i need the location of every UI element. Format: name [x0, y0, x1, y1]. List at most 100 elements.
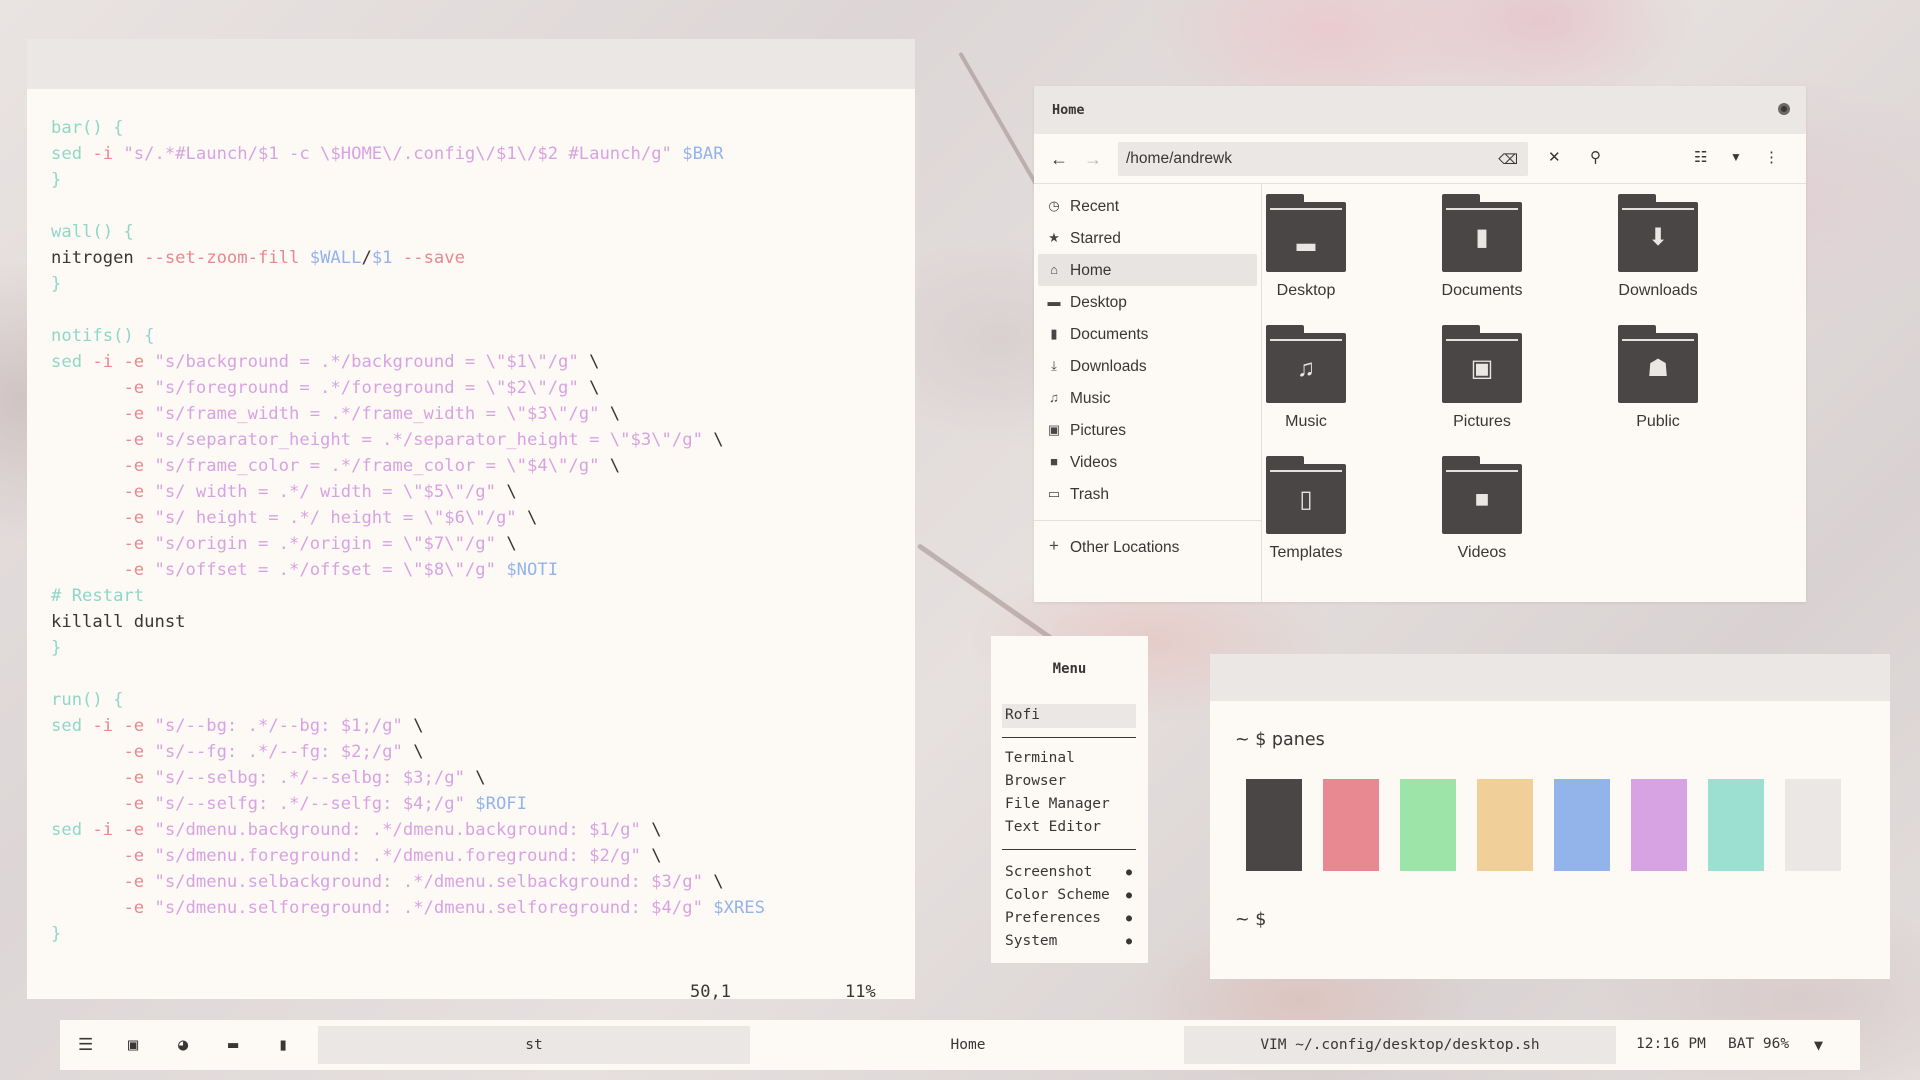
code-token: "s/frame_color = .*/frame_color = \"$4\"…: [154, 456, 610, 476]
kebab-menu-icon[interactable]: ⋮: [1764, 148, 1779, 166]
folder-videos[interactable]: ■ Videos: [1422, 454, 1542, 562]
menu-item-text-editor[interactable]: Text Editor: [1005, 819, 1101, 835]
code-token: killall dunst: [51, 612, 186, 632]
terminal-prompt: ~ $: [1235, 910, 1267, 930]
close-icon[interactable]: [1778, 103, 1790, 115]
code-line: -e "s/dmenu.foreground: .*/dmenu.foregro…: [51, 843, 765, 869]
code-token: -e: [123, 378, 155, 398]
forward-arrow-icon[interactable]: →: [1084, 149, 1102, 170]
code-token: nitrogen: [51, 248, 145, 268]
code-token: --save: [402, 248, 465, 268]
location-bar[interactable]: /home/andrewk ⌫: [1118, 142, 1528, 176]
task-home[interactable]: Home: [752, 1026, 1184, 1064]
menu-item-color-scheme[interactable]: Color Scheme: [1005, 887, 1110, 903]
code-line: -e "s/foreground = .*/foreground = \"$2\…: [51, 375, 765, 401]
folder-label: Public: [1636, 413, 1680, 430]
wifi-icon[interactable]: ▼: [1814, 1036, 1823, 1054]
code-token: }: [51, 638, 62, 658]
folder-music[interactable]: ♫ Music: [1246, 323, 1366, 431]
folder-icon[interactable]: ▬: [228, 1035, 238, 1055]
home-icon: ⌂: [1050, 262, 1058, 277]
code-token: -i -e: [92, 352, 155, 372]
menu-title: Menu: [1052, 661, 1087, 677]
taskbar: ☰ ▣ ◕ ▬ ▮ st Home VIM ~/.config/desktop/…: [60, 1020, 1860, 1070]
list-view-icon[interactable]: ☷: [1694, 148, 1707, 166]
code-token: $ROFI: [475, 794, 528, 814]
folder-label: Templates: [1269, 544, 1343, 561]
hamburger-menu-icon[interactable]: ☰: [78, 1035, 93, 1055]
folder-downloads[interactable]: ⬇ Downloads: [1598, 192, 1718, 300]
browser-icon[interactable]: ◕: [178, 1035, 188, 1055]
folder-public[interactable]: ☗ Public: [1598, 323, 1718, 431]
back-arrow-icon[interactable]: ←: [1050, 149, 1068, 170]
code-token: \: [651, 846, 662, 866]
sidebar-item-trash[interactable]: ▭ Trash: [1034, 478, 1261, 510]
terminal-titlebar[interactable]: [1210, 654, 1890, 701]
code-token: /: [361, 248, 372, 268]
search-icon[interactable]: ⚲: [1590, 148, 1601, 166]
file-manager-toolbar: ← → /home/andrewk ⌫ ✕ ⚲ ☷ ▼ ⋮: [1034, 134, 1806, 184]
code-line: }: [51, 921, 765, 947]
sidebar-item-desktop[interactable]: ▬ Desktop: [1034, 286, 1261, 318]
rofi-input[interactable]: Rofi: [1002, 704, 1136, 728]
folder-templates[interactable]: ▯ Templates: [1246, 454, 1366, 562]
folder-pictures[interactable]: ▣ Pictures: [1422, 323, 1542, 431]
menu-item-browser[interactable]: Browser: [1005, 773, 1066, 789]
video-icon: ■: [1050, 454, 1058, 469]
music-folder-icon: ♫: [1266, 325, 1346, 403]
sidebar-item-label: Home: [1070, 262, 1112, 279]
terminal-window[interactable]: ~ $ panes ~ $: [1210, 654, 1890, 979]
code-token: -e: [123, 898, 155, 918]
documents-folder-icon: ▮: [1442, 194, 1522, 272]
sidebar-item-home[interactable]: ⌂ Home: [1038, 254, 1257, 286]
clear-path-icon[interactable]: ⌫: [1498, 151, 1518, 168]
sidebar-item-documents[interactable]: ▮ Documents: [1034, 318, 1261, 350]
sidebar-item-recent[interactable]: ◷ Recent: [1034, 190, 1261, 222]
menu-item-preferences[interactable]: Preferences: [1005, 910, 1101, 926]
code-token: "s/offset = .*/offset = \"$8\"/g": [154, 560, 507, 580]
public-folder-icon: ☗: [1618, 325, 1698, 403]
folder-label: Pictures: [1453, 413, 1511, 430]
code-token: --set-zoom-fill: [144, 248, 310, 268]
sidebar-item-videos[interactable]: ■ Videos: [1034, 446, 1261, 478]
editor-titlebar[interactable]: [27, 39, 915, 89]
folder-documents[interactable]: ▮ Documents: [1422, 192, 1542, 300]
chevron-down-icon[interactable]: ▼: [1730, 150, 1742, 164]
vim-editor-window[interactable]: bar() {sed -i "s/.*#Launch/$1 -c \$HOME\…: [27, 39, 915, 1002]
sidebar-item-label: Starred: [1070, 230, 1121, 247]
sidebar-item-pictures[interactable]: ▣ Pictures: [1034, 414, 1261, 446]
terminal-icon[interactable]: ▣: [128, 1035, 138, 1055]
file-manager-window[interactable]: Home ← → /home/andrewk ⌫ ✕ ⚲ ☷ ▼ ⋮ ◷ Rece…: [1034, 86, 1806, 602]
code-line: -e "s/ width = .*/ width = \"$5\"/g" \: [51, 479, 765, 505]
menu-item-file-manager[interactable]: File Manager: [1005, 796, 1110, 812]
downloads-folder-icon: ⬇: [1618, 194, 1698, 272]
sidebar-item-label: Documents: [1070, 326, 1149, 343]
menu-item-terminal[interactable]: Terminal: [1005, 750, 1075, 766]
close-location-icon[interactable]: ✕: [1548, 148, 1561, 166]
code-token: -e: [123, 534, 155, 554]
file-manager-headerbar[interactable]: Home: [1034, 86, 1806, 134]
sidebar-item-starred[interactable]: ★ Starred: [1034, 222, 1261, 254]
folder-desktop[interactable]: ▂ Desktop: [1246, 192, 1366, 300]
code-token: sed: [51, 144, 93, 164]
text-editor-icon[interactable]: ▮: [278, 1035, 288, 1055]
code-line: -e "s/frame_width = .*/frame_width = \"$…: [51, 401, 765, 427]
menu-item-system[interactable]: System: [1005, 933, 1057, 949]
pictures-folder-icon: ▣: [1442, 325, 1522, 403]
menu-item-screenshot[interactable]: Screenshot: [1005, 864, 1092, 880]
code-token: -e: [123, 846, 155, 866]
sidebar-item-music[interactable]: ♫ Music: [1034, 382, 1261, 414]
task-st[interactable]: st: [318, 1026, 750, 1064]
code-token: sed: [51, 716, 93, 736]
code-area[interactable]: bar() {sed -i "s/.*#Launch/$1 -c \$HOME\…: [51, 115, 765, 947]
task-vim[interactable]: VIM ~/.config/desktop/desktop.sh: [1184, 1026, 1616, 1064]
sidebar-item-other-locations[interactable]: + Other Locations: [1034, 531, 1261, 563]
sidebar-item-downloads[interactable]: ⤓ Downloads: [1034, 350, 1261, 382]
clock: 12:16 PM: [1636, 1036, 1706, 1052]
code-token: "s/.*#Launch/$1 -c \$HOME\/.config\/$1\/…: [123, 144, 683, 164]
